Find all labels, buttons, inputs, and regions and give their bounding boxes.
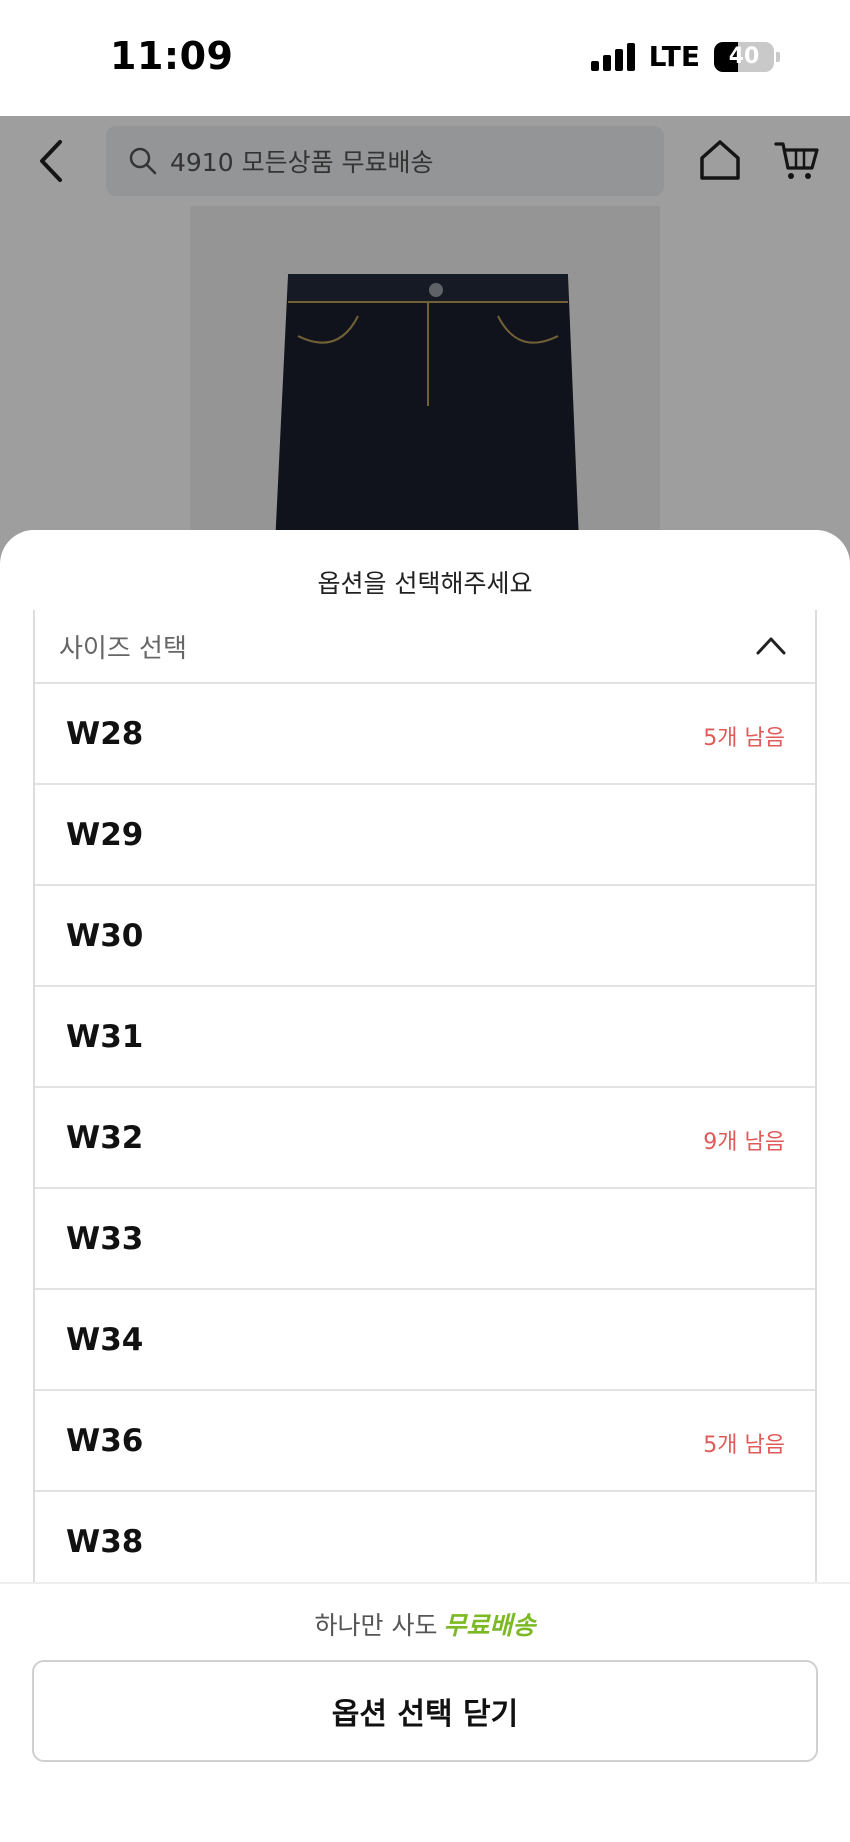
size-option-label: W31: [66, 1018, 144, 1055]
size-option-label: W32: [66, 1119, 144, 1156]
close-option-button[interactable]: 옵션 선택 닫기: [32, 1660, 818, 1762]
promo-banner: 하나만 사도 무료배송: [0, 1606, 850, 1642]
battery-icon: 40: [714, 41, 774, 72]
size-option[interactable]: W36 5개 남음: [35, 1391, 815, 1492]
size-option-label: W36: [66, 1422, 144, 1459]
status-indicators: LTE 40: [590, 40, 780, 73]
sheet-title: 옵션을 선택해주세요: [317, 569, 533, 598]
battery-level: 40: [728, 44, 760, 69]
size-option[interactable]: W32 9개 남음: [35, 1088, 815, 1189]
size-option[interactable]: W29: [35, 785, 815, 886]
size-option-label: W34: [66, 1321, 144, 1358]
free-shipping-label: 무료배송: [443, 1611, 536, 1640]
network-label: LTE: [648, 40, 700, 73]
signal-icon: [590, 42, 635, 71]
size-option[interactable]: W28 5개 남음: [35, 684, 815, 785]
size-option[interactable]: W33: [35, 1189, 815, 1290]
size-option[interactable]: W30: [35, 886, 815, 987]
size-option[interactable]: W31: [35, 987, 815, 1088]
size-select[interactable]: 사이즈 선택: [35, 610, 815, 684]
stock-remaining: 5개 남음: [703, 1433, 785, 1458]
sheet-footer: 하나만 사도 무료배송 옵션 선택 닫기: [0, 1582, 850, 1842]
chevron-up-icon[interactable]: [755, 634, 787, 656]
size-option-label: W38: [66, 1523, 144, 1560]
promo-text: 하나만 사도: [314, 1611, 438, 1640]
stock-remaining: 9개 남음: [703, 1130, 785, 1155]
size-option-label: W30: [66, 917, 144, 954]
status-time: 11:09: [110, 34, 234, 78]
status-bar: 11:09 LTE 40: [0, 0, 850, 116]
size-option[interactable]: W34: [35, 1290, 815, 1391]
size-option-label: W29: [66, 816, 144, 853]
stock-remaining: 5개 남음: [703, 726, 785, 751]
option-list: W28 5개 남음 W29 W30 W31 W32 9개 남음 W33 W34 W36 5개 남음 W…: [35, 684, 815, 1593]
option-bottom-sheet: 옵션을 선택해주세요 사이즈 선택 W28 5개 남음 W29 W30 W31 W32 9개…: [0, 530, 850, 1842]
size-dropdown: 사이즈 선택 W28 5개 남음 W29 W30 W31 W32 9개 남음 W33 W34 W3…: [33, 610, 817, 1612]
size-option-label: W28: [66, 715, 144, 752]
battery-cap: [776, 51, 780, 62]
size-select-placeholder: 사이즈 선택: [59, 633, 187, 664]
size-option-label: W33: [66, 1220, 144, 1257]
size-option[interactable]: W38: [35, 1492, 815, 1593]
